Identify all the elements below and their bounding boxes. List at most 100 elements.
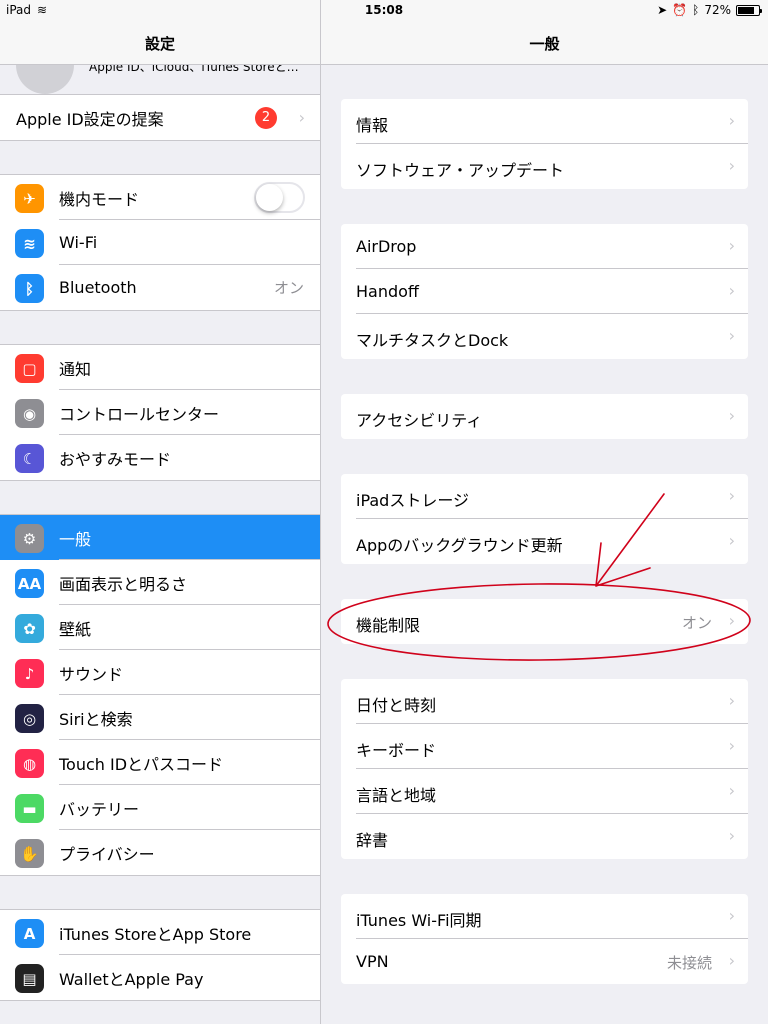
sidebar-title: 設定: [144, 35, 175, 53]
settings-group: iTunes Wi-Fi同期 › VPN 未接続 ›: [341, 894, 748, 984]
sidebar-item-label: 画面表示と明るさ: [59, 574, 188, 594]
settings-row-label: Appのバックグラウンド更新: [356, 536, 563, 555]
sidebar-item[interactable]: ᛒ Bluetooth オン: [0, 265, 320, 310]
sidebar-item[interactable]: ◍ Touch IDとパスコード: [0, 740, 320, 785]
chevron-right-icon: ›: [728, 406, 735, 425]
sidebar-item-label: プライバシー: [59, 844, 155, 864]
settings-row-label: マルチタスクとDock: [356, 331, 509, 350]
airplane-mode-toggle[interactable]: [254, 182, 305, 213]
sidebar-item[interactable]: ◎ Siriと検索: [0, 695, 320, 740]
chevron-right-icon: ›: [728, 156, 735, 175]
status-bar: iPad ≋ 15:08 ➤ ⏰ ᛒ 72%: [0, 0, 768, 20]
battery-status-icon: [736, 4, 762, 16]
settings-row-label: Handoff: [356, 282, 419, 301]
settings-group: 情報 › ソフトウェア・アップデート ›: [341, 99, 748, 189]
settings-group: アクセシビリティ ›: [341, 394, 748, 439]
settings-row[interactable]: ソフトウェア・アップデート ›: [341, 144, 748, 189]
settings-row[interactable]: 日付と時刻 ›: [341, 679, 748, 724]
settings-row[interactable]: Appのバックグラウンド更新 ›: [341, 519, 748, 564]
settings-row-value: 未接続: [666, 954, 712, 972]
bluetooth-status-icon: ᛒ: [692, 3, 700, 17]
sidebar-item-label: Siriと検索: [59, 709, 133, 729]
wifi-status-icon: ≋: [37, 3, 48, 17]
chevron-right-icon: ›: [728, 736, 735, 755]
fingerprint-icon: ◍: [15, 749, 44, 778]
sidebar-group: ⚙ 一般 AA 画面表示と明るさ ✿ 壁紙 ♪ サウンド ◎ Siriと検索 ◍ Touch IDとパ…: [0, 514, 320, 876]
sidebar-item-label: Wi-Fi: [59, 233, 98, 252]
sidebar-item[interactable]: ✋ プライバシー: [0, 830, 320, 875]
airplane-icon: ✈: [15, 184, 44, 213]
settings-row[interactable]: キーボード ›: [341, 724, 748, 769]
sidebar-group: AiTunes StoreとApp Store ▤ WalletとApple Pay: [0, 909, 320, 1001]
settings-group: 日付と時刻 › キーボード › 言語と地域 › 辞書 ›: [341, 679, 748, 859]
settings-row[interactable]: 情報 ›: [341, 99, 748, 144]
sidebar-item-label: Bluetooth: [59, 278, 137, 297]
sidebar-item[interactable]: ♪ サウンド: [0, 650, 320, 695]
sidebar-item[interactable]: AiTunes StoreとApp Store: [0, 910, 320, 955]
sidebar-item-label: 機内モード: [59, 189, 140, 209]
settings-group: AirDrop › Handoff › マルチタスクとDock ›: [341, 224, 748, 359]
chevron-right-icon: ›: [728, 486, 735, 505]
settings-row[interactable]: iTunes Wi-Fi同期 ›: [341, 894, 748, 939]
sidebar-item[interactable]: ⚙ 一般: [0, 515, 320, 560]
sidebar-item-label: WalletとApple Pay: [59, 969, 204, 989]
sidebar-item[interactable]: ◉ コントロールセンター: [0, 390, 320, 435]
settings-group: iPadストレージ › Appのバックグラウンド更新 ›: [341, 474, 748, 564]
toggle-knob: [256, 184, 283, 211]
sidebar-item-label: サウンド: [59, 664, 124, 684]
settings-row-label: キーボード: [356, 741, 437, 760]
chevron-right-icon: ›: [728, 906, 735, 925]
siri-icon: ◎: [15, 704, 44, 733]
sidebar-group: ✈ 機内モード ≋ Wi-Fi ᛒ Bluetooth オン: [0, 174, 320, 311]
notifications-icon: ▢: [15, 354, 44, 383]
chevron-right-icon: ›: [728, 691, 735, 710]
control-center-icon: ◉: [15, 399, 44, 428]
sidebar-item[interactable]: ▢ 通知: [0, 345, 320, 390]
settings-group: 機能制限 オン ›: [341, 599, 748, 644]
sidebar-item-value: オン: [273, 279, 304, 297]
chevron-right-icon: ›: [728, 781, 735, 800]
settings-row[interactable]: マルチタスクとDock ›: [341, 314, 748, 359]
settings-app: iPad ≋ 15:08 ➤ ⏰ ᛒ 72% Apple ID、iCloud、i…: [0, 0, 768, 1024]
settings-row-label: 辞書: [356, 831, 389, 850]
settings-row[interactable]: 言語と地域 ›: [341, 769, 748, 814]
sidebar-item[interactable]: ☾ おやすみモード: [0, 435, 320, 480]
location-icon: ➤: [657, 3, 668, 17]
wifi-icon: ≋: [15, 229, 44, 258]
sidebar: Apple ID、iCloud、iTunes Storeと… 設定 Apple …: [0, 0, 320, 1024]
settings-row-label: ソフトウェア・アップデート: [356, 161, 565, 180]
wallet-icon: ▤: [15, 964, 44, 993]
sidebar-item-label: おやすみモード: [59, 449, 172, 469]
sidebar-item-label: 通知: [59, 359, 92, 379]
settings-row[interactable]: VPN 未接続 ›: [341, 939, 748, 984]
sidebar-item[interactable]: ▬ バッテリー: [0, 785, 320, 830]
settings-row[interactable]: 辞書 ›: [341, 814, 748, 859]
detail-pane: 一般 情報 › ソフトウェア・アップデート › AirDrop › Handoff › マルチタ…: [321, 0, 768, 1024]
settings-row-label: 日付と時刻: [356, 696, 437, 715]
sidebar-item[interactable]: AA 画面表示と明るさ: [0, 560, 320, 605]
display-icon: AA: [15, 569, 44, 598]
sidebar-item[interactable]: ≋ Wi-Fi: [0, 220, 320, 265]
settings-row-label: アクセシビリティ: [356, 411, 483, 430]
sidebar-item-label: iTunes StoreとApp Store: [59, 924, 252, 944]
settings-row[interactable]: Handoff ›: [341, 269, 748, 314]
chevron-right-icon: ›: [298, 108, 305, 127]
chevron-right-icon: ›: [728, 531, 735, 550]
status-right: ➤ ⏰ ᛒ 72%: [657, 3, 762, 17]
sidebar-item[interactable]: ▤ WalletとApple Pay: [0, 955, 320, 1000]
settings-row[interactable]: アクセシビリティ ›: [341, 394, 748, 439]
chevron-right-icon: ›: [728, 236, 735, 255]
settings-row-label: iTunes Wi-Fi同期: [356, 911, 482, 930]
status-time: 15:08: [364, 3, 404, 17]
gear-icon: ⚙: [15, 524, 44, 553]
settings-row[interactable]: 機能制限 オン ›: [341, 599, 748, 644]
sidebar-item[interactable]: ✿ 壁紙: [0, 605, 320, 650]
settings-row[interactable]: AirDrop ›: [341, 224, 748, 269]
apple-id-suggestion-row[interactable]: Apple ID設定の提案 2 ›: [0, 95, 320, 140]
settings-row-label: VPN: [356, 952, 389, 971]
settings-row[interactable]: iPadストレージ ›: [341, 474, 748, 519]
app-store-icon: A: [15, 919, 44, 948]
sidebar-item-label: 壁紙: [59, 619, 92, 639]
sidebar-item[interactable]: ✈ 機内モード: [0, 175, 320, 220]
bluetooth-icon: ᛒ: [15, 274, 44, 303]
